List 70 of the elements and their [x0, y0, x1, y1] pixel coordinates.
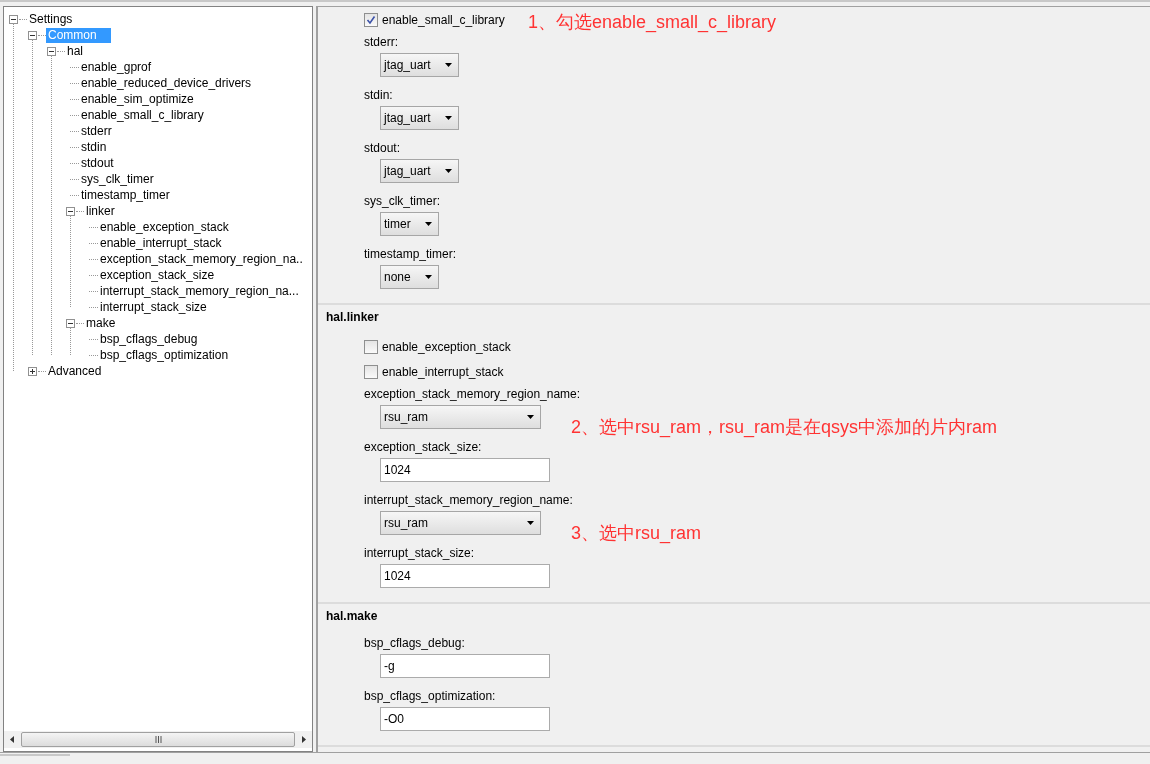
tree-item[interactable]: Advanced: [46, 363, 104, 379]
dropdown[interactable]: rsu_ram: [380, 511, 541, 535]
collapse-icon[interactable]: [28, 30, 37, 40]
field-label: interrupt_stack_size:: [364, 545, 475, 560]
tree-item[interactable]: bsp_cflags_optimization: [98, 347, 231, 363]
tree-item[interactable]: exception_stack_memory_region_na..: [98, 251, 305, 267]
field-label: stdin:: [364, 87, 393, 102]
tree-item[interactable]: interrupt_stack_size: [98, 299, 209, 315]
checkbox-label[interactable]: enable_small_c_library: [382, 12, 505, 27]
tree-item[interactable]: make: [84, 315, 118, 331]
section-title: hal.make: [325, 608, 379, 623]
caret-icon: [527, 415, 534, 419]
tree-item[interactable]: stderr: [79, 123, 114, 139]
tree-item[interactable]: enable_interrupt_stack: [98, 235, 224, 251]
tree-item[interactable]: Settings: [27, 11, 75, 27]
collapse-icon[interactable]: [66, 318, 75, 328]
field-label: exception_stack_size:: [364, 439, 482, 454]
collapse-icon[interactable]: [66, 206, 75, 216]
dropdown[interactable]: rsu_ram: [380, 405, 541, 429]
expand-icon[interactable]: [28, 366, 37, 376]
checkbox[interactable]: [364, 339, 378, 354]
scrollbar-thumb[interactable]: [21, 732, 295, 747]
input-field[interactable]: -O0: [380, 707, 550, 731]
caret-icon: [444, 169, 452, 173]
tree-item[interactable]: stdin: [79, 139, 109, 155]
field-label: bsp_cflags_debug:: [364, 635, 465, 650]
tree-item[interactable]: hal: [65, 43, 85, 59]
checkbox[interactable]: [364, 364, 378, 379]
dropdown[interactable]: jtag_uart: [380, 106, 459, 130]
tree-item[interactable]: sys_clk_timer: [79, 171, 156, 187]
dropdown[interactable]: jtag_uart: [380, 159, 459, 183]
field-label: interrupt_stack_memory_region_name:: [364, 492, 573, 507]
caret-icon: [424, 275, 432, 279]
dropdown[interactable]: timer: [380, 212, 439, 236]
tree-item[interactable]: interrupt_stack_memory_region_na...: [98, 283, 301, 299]
dropdown[interactable]: jtag_uart: [380, 53, 459, 77]
field-label: exception_stack_memory_region_name:: [364, 386, 581, 401]
caret-icon: [424, 222, 432, 226]
checkbox-label[interactable]: enable_interrupt_stack: [382, 364, 504, 379]
field-label: stdout:: [364, 140, 401, 155]
field-label: stderr:: [364, 34, 398, 49]
tree-item[interactable]: enable_small_c_library: [79, 107, 206, 123]
tree-item[interactable]: stdout: [79, 155, 116, 171]
horizontal-scrollbar[interactable]: [4, 731, 312, 748]
tree-item[interactable]: enable_sim_optimize: [79, 91, 196, 107]
dropdown[interactable]: none: [380, 265, 439, 289]
tree-item[interactable]: exception_stack_size: [98, 267, 217, 283]
checkbox-label[interactable]: enable_exception_stack: [382, 339, 511, 354]
tree-item[interactable]: enable_gprof: [79, 59, 154, 75]
collapse-icon[interactable]: [47, 46, 56, 56]
tree-item[interactable]: enable_reduced_device_drivers: [79, 75, 254, 91]
field-label: timestamp_timer:: [364, 246, 457, 261]
checkbox[interactable]: [364, 12, 378, 27]
field-label: sys_clk_timer:: [364, 193, 440, 208]
annotation-text: 2、选中rsu_ram，rsu_ram是在qsys中添加的片内ram: [571, 416, 998, 439]
caret-icon: [527, 521, 534, 525]
tree-item[interactable]: timestamp_timer: [79, 187, 172, 203]
collapse-icon[interactable]: [9, 14, 18, 24]
tree-item[interactable]: linker: [84, 203, 117, 219]
caret-icon: [444, 63, 452, 67]
caret-icon: [444, 116, 452, 120]
annotation-text: 1、勾选enable_small_c_library: [528, 11, 777, 34]
section-title: hal.linker: [325, 309, 380, 324]
tree-item[interactable]: bsp_cflags_debug: [98, 331, 200, 347]
field-label: bsp_cflags_optimization:: [364, 688, 496, 703]
annotation-text: 3、选中rsu_ram: [571, 522, 702, 545]
tree-item[interactable]: enable_exception_stack: [98, 219, 231, 235]
input-field[interactable]: 1024: [380, 458, 550, 482]
input-field[interactable]: -g: [380, 654, 550, 678]
input-field[interactable]: 1024: [380, 564, 550, 588]
